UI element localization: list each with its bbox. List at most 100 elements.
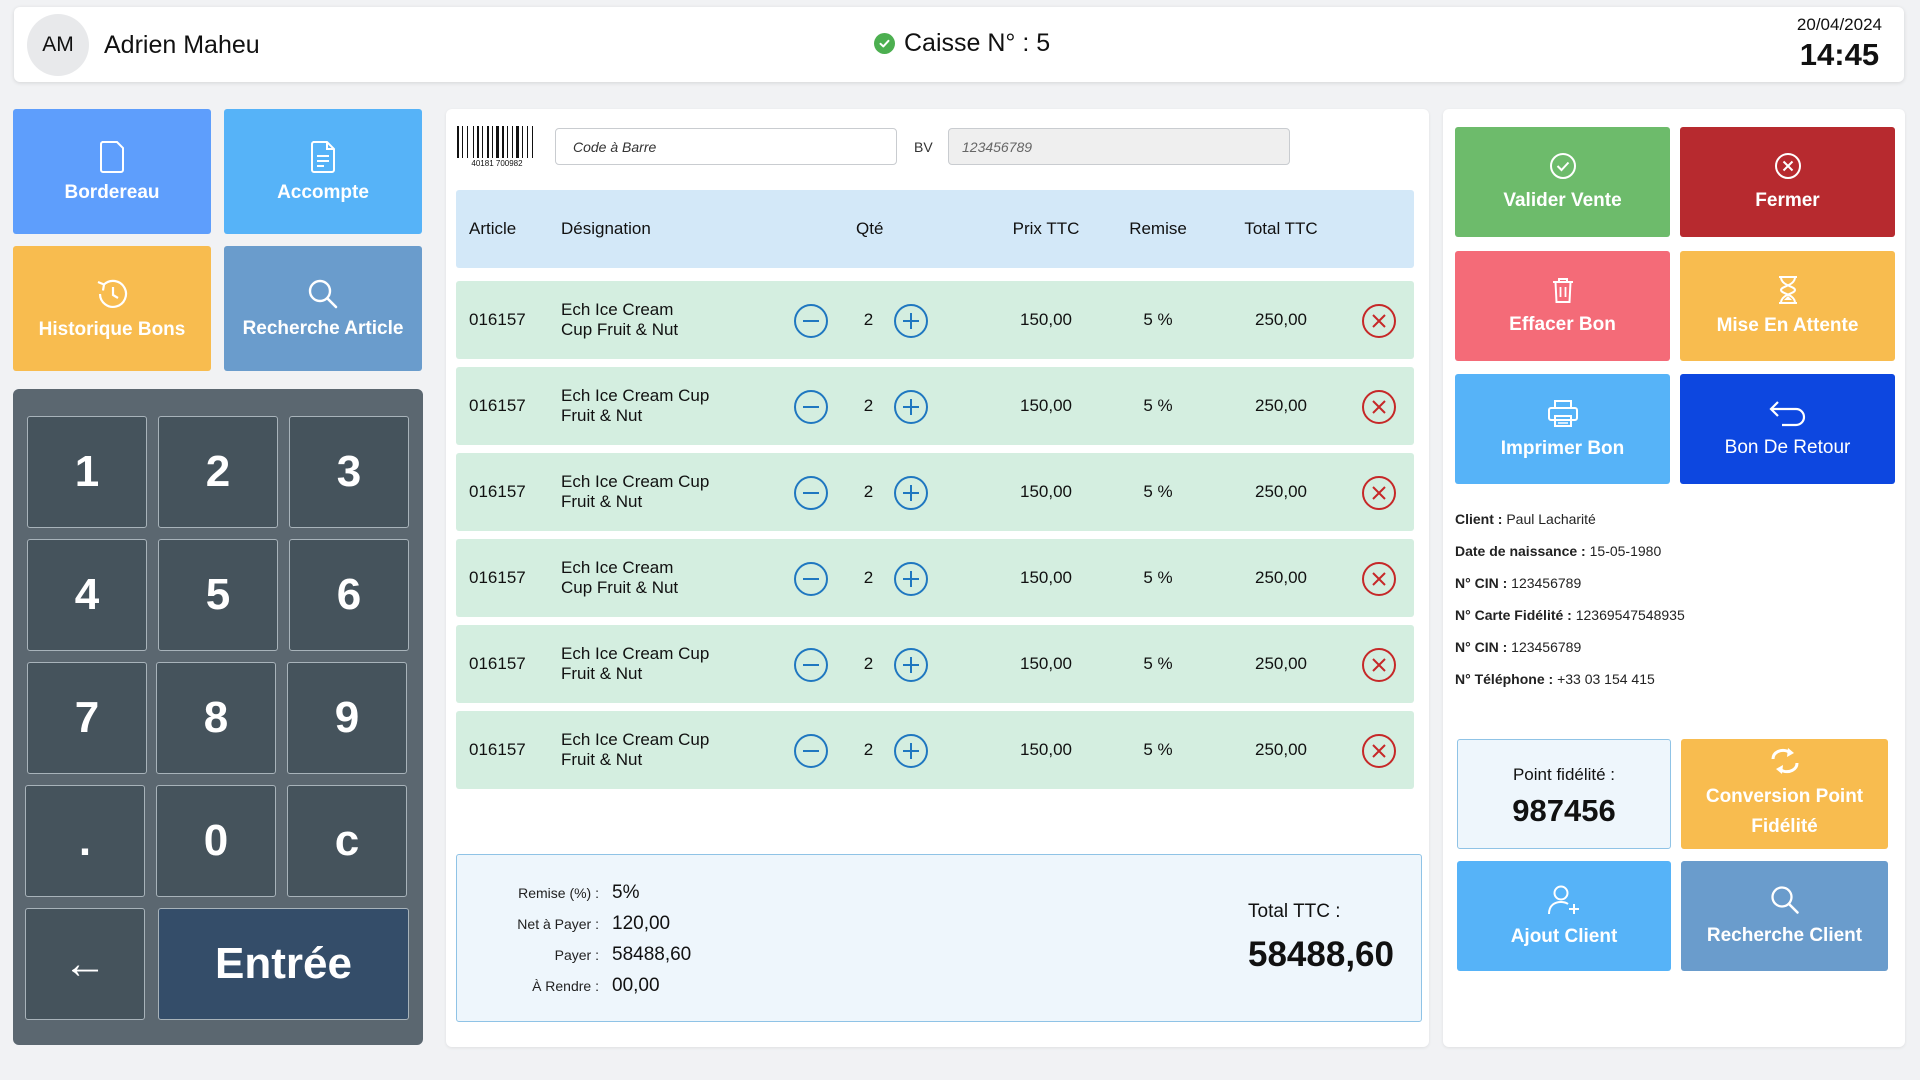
remise: 5 % <box>1143 396 1173 415</box>
bon-de-retour-button[interactable]: Bon De Retour <box>1680 374 1895 484</box>
delete-circle-icon[interactable] <box>1361 647 1397 688</box>
delete-circle-icon[interactable] <box>1361 733 1397 774</box>
barcode-input[interactable] <box>555 128 897 165</box>
user-name: Adrien Maheu <box>104 31 260 59</box>
search-icon <box>1770 886 1799 914</box>
key-7[interactable]: 7 <box>27 662 147 774</box>
net-label: Net à Payer : <box>517 916 599 932</box>
avatar[interactable]: AM <box>27 14 89 76</box>
table-row[interactable]: 016157 Ech Ice Cream Cup Fruit & Nut 2 150,… <box>456 539 1414 617</box>
backspace-key[interactable]: ← <box>25 908 145 1020</box>
key-1[interactable]: 1 <box>27 416 147 528</box>
minus-circle-icon[interactable] <box>793 303 829 344</box>
current-date: 20/04/2024 <box>1796 15 1882 34</box>
minus-circle-icon[interactable] <box>793 561 829 602</box>
current-time: 14:45 <box>1799 37 1880 72</box>
ajout-client-button[interactable]: Ajout Client <box>1457 861 1671 971</box>
effacer-bon-button[interactable]: Effacer Bon <box>1455 251 1670 361</box>
delete-circle-icon[interactable] <box>1361 475 1397 516</box>
table-row[interactable]: 016157 Ech Ice Cream Cup Fruit & Nut 2 150,… <box>456 367 1414 445</box>
recherche-article-button[interactable]: Recherche Article <box>224 246 422 371</box>
bordereau-button[interactable]: Bordereau <box>13 109 211 234</box>
check-circle-icon <box>1549 153 1576 179</box>
register-label: Caisse N° : 5 <box>904 29 1051 57</box>
key-dot[interactable]: . <box>25 785 145 897</box>
key-3[interactable]: 3 <box>289 416 409 528</box>
plus-circle-icon[interactable] <box>893 561 929 602</box>
exchange-icon <box>1771 748 1798 774</box>
total-ttc: 250,00 <box>1255 310 1307 329</box>
bv-input[interactable] <box>948 128 1290 165</box>
remise-label: Remise (%) : <box>518 885 599 901</box>
plus-circle-icon[interactable] <box>893 389 929 430</box>
points-label: Point fidélité : <box>1512 765 1616 784</box>
article-code: 016157 <box>469 396 526 415</box>
table-row[interactable]: 016157 Ech Ice Cream Cup Fruit & Nut 2 150,… <box>456 711 1414 789</box>
key-0[interactable]: 0 <box>156 785 276 897</box>
minus-circle-icon[interactable] <box>793 733 829 774</box>
key-6[interactable]: 6 <box>289 539 409 651</box>
datetime: 20/04/2024 14:45 <box>1797 15 1882 73</box>
quantity: 2 <box>863 654 874 673</box>
remise: 5 % <box>1143 310 1173 329</box>
client-cin: N° CIN : 123456789 <box>1455 575 1582 591</box>
recherche-client-button[interactable]: Recherche Client <box>1681 861 1888 971</box>
table-row[interactable]: 016157 Ech Ice Cream Cup Fruit & Nut 2 150,… <box>456 281 1414 359</box>
imprimer-bon-button[interactable]: Imprimer Bon <box>1455 374 1670 484</box>
designation: Ech Ice Cream Cup Fruit & Nut <box>561 730 710 769</box>
delete-circle-icon[interactable] <box>1361 303 1397 344</box>
fermer-button[interactable]: Fermer <box>1680 127 1895 237</box>
table-row[interactable]: 016157 Ech Ice Cream Cup Fruit & Nut 2 150,… <box>456 625 1414 703</box>
plus-circle-icon[interactable] <box>893 733 929 774</box>
key-5[interactable]: 5 <box>158 539 278 651</box>
delete-circle-icon[interactable] <box>1361 561 1397 602</box>
table-header: Article Désignation Qté Prix TTC Remise … <box>456 190 1414 268</box>
key-clear[interactable]: c <box>287 785 407 897</box>
designation: Ech Ice Cream Cup Fruit & Nut <box>561 558 679 597</box>
mise-en-attente-button[interactable]: Mise En Attente <box>1680 251 1895 361</box>
bordereau-label: Bordereau <box>64 181 160 203</box>
loyalty-points-box: Point fidélité : 987456 <box>1457 739 1671 849</box>
key-8[interactable]: 8 <box>156 662 276 774</box>
key-4[interactable]: 4 <box>27 539 147 651</box>
client-cin-2: N° CIN : 123456789 <box>1455 639 1582 655</box>
top-bar: AM Adrien Maheu Caisse N° : 5 20/04/2024… <box>14 7 1904 82</box>
history-icon <box>97 279 128 308</box>
header-qty: Qté <box>856 219 884 238</box>
delete-circle-icon[interactable] <box>1361 389 1397 430</box>
conversion-point-button[interactable]: Conversion Point Fidélité <box>1681 739 1888 849</box>
client-dob: Date de naissance : 15-05-1980 <box>1455 543 1662 559</box>
table-row[interactable]: 016157 Ech Ice Cream Cup Fruit & Nut 2 150,… <box>456 453 1414 531</box>
minus-circle-icon[interactable] <box>793 389 829 430</box>
payer-value: 58488,60 <box>612 944 692 965</box>
plus-circle-icon[interactable] <box>893 303 929 344</box>
designation: Ech Ice Cream Cup Fruit & Nut <box>561 386 710 425</box>
ajout-client-label: Ajout Client <box>1510 926 1618 947</box>
total-ttc-label: Total TTC : <box>1248 901 1341 922</box>
key-9[interactable]: 9 <box>287 662 407 774</box>
plus-circle-icon[interactable] <box>893 475 929 516</box>
historique-bons-button[interactable]: Historique Bons <box>13 246 211 371</box>
prix-ttc: 150,00 <box>1020 310 1072 329</box>
sale-panel: 40181 700982 BV Article Désignation Qté … <box>446 109 1429 1047</box>
quantity: 2 <box>863 740 874 759</box>
accompte-button[interactable]: Accompte <box>224 109 422 234</box>
key-2[interactable]: 2 <box>158 416 278 528</box>
rendre-value: 00,00 <box>612 975 660 996</box>
minus-circle-icon[interactable] <box>793 647 829 688</box>
check-circle-icon <box>874 33 895 54</box>
designation: Ech Ice Cream Cup Fruit & Nut <box>561 644 710 683</box>
total-ttc: 250,00 <box>1255 654 1307 673</box>
total-ttc: 250,00 <box>1255 396 1307 415</box>
enter-key[interactable]: Entrée <box>158 908 409 1020</box>
prix-ttc: 150,00 <box>1020 568 1072 587</box>
conversion-label: Conversion Point Fidélité <box>1705 786 1864 837</box>
minus-circle-icon[interactable] <box>793 475 829 516</box>
remise: 5 % <box>1143 568 1173 587</box>
accompte-label: Accompte <box>277 181 369 203</box>
plus-circle-icon[interactable] <box>893 647 929 688</box>
valider-vente-button[interactable]: Valider Vente <box>1455 127 1670 237</box>
client-phone: N° Téléphone : +33 03 154 415 <box>1455 671 1655 687</box>
designation: Ech Ice Cream Cup Fruit & Nut <box>561 472 710 511</box>
historique-label: Historique Bons <box>38 318 186 340</box>
